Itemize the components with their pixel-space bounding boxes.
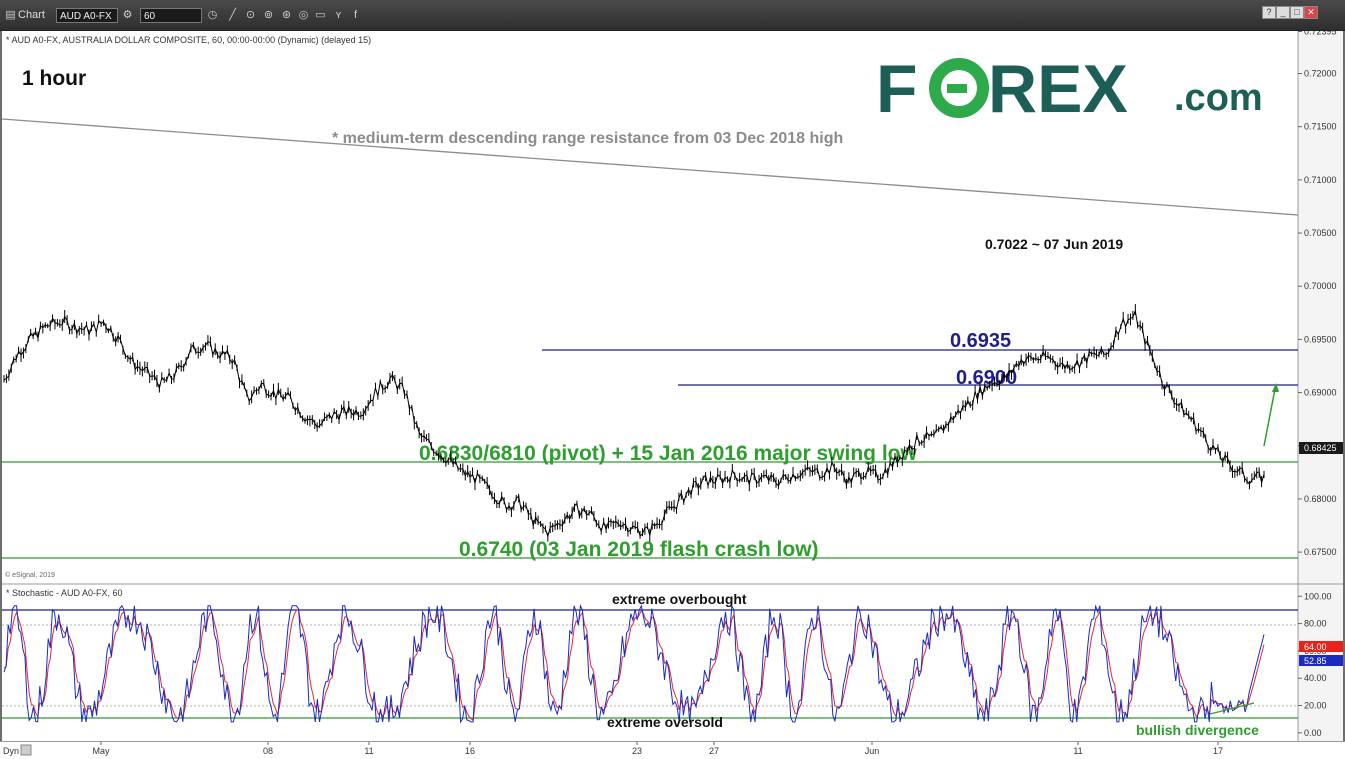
oversold-label: extreme oversold bbox=[607, 714, 723, 730]
dyn-label: Dyn bbox=[3, 746, 19, 756]
pivot-label: 0.6830/6810 (pivot) + 15 Jan 2016 major … bbox=[419, 442, 917, 465]
price-tick-label: 0.72395 bbox=[1304, 31, 1337, 37]
price-tick-label: 0.69500 bbox=[1304, 334, 1337, 344]
price-tick-label: 0.70500 bbox=[1304, 228, 1337, 238]
price-axis-bg bbox=[1298, 31, 1343, 741]
time-axis-bar: Dyn May 08 11 16 23 27 Jun 11 17 bbox=[0, 741, 1345, 759]
trade-icon[interactable]: ◎ bbox=[297, 9, 310, 22]
price-tick-label: 0.71500 bbox=[1304, 122, 1337, 132]
last-price-label: 0.68425 bbox=[1304, 443, 1337, 453]
price-tick-label: 0.72000 bbox=[1304, 69, 1337, 79]
support2-label: 0.6740 (03 Jan 2019 flash crash low) bbox=[459, 538, 819, 561]
logo-f: F bbox=[876, 51, 918, 127]
cursor-icon[interactable]: ⊙ bbox=[244, 9, 257, 22]
restore-button[interactable]: □ bbox=[1290, 6, 1304, 19]
stoch-series bbox=[3, 603, 1265, 724]
cycle-icon[interactable]: ⊚ bbox=[262, 9, 275, 22]
time-tick-label: 16 bbox=[465, 746, 475, 756]
forex-logo: F REX .com bbox=[876, 51, 1263, 127]
time-tick-label: 23 bbox=[632, 746, 642, 756]
peak-label: 0.7022 ~ 07 Jun 2019 bbox=[985, 236, 1123, 252]
twitter-icon[interactable]: ʏ bbox=[332, 9, 345, 22]
time-tick-label: 11 bbox=[1073, 746, 1082, 756]
projection-arrow-line bbox=[1263, 388, 1276, 447]
stoch-tick-label: 20.00 bbox=[1304, 701, 1327, 711]
logo-o-bar bbox=[947, 84, 967, 93]
stoch-tick-label: 0.00 bbox=[1304, 728, 1322, 738]
minimize-button[interactable]: _ bbox=[1276, 6, 1290, 19]
time-tick-label: 27 bbox=[709, 746, 719, 756]
draw-line-icon[interactable]: ╱ bbox=[226, 9, 239, 22]
stoch-tick-label: 40.00 bbox=[1304, 673, 1327, 683]
toolbar: ▤ Chart AUD A0-FX ⚙ 60 ◷ ╱ ⊙ ⊚ ⊛ ◎ ▭ ʏ f… bbox=[0, 0, 1345, 31]
overbought-label: extreme overbought bbox=[612, 591, 747, 607]
facebook-icon[interactable]: f bbox=[349, 9, 362, 22]
chart-window-icon: ▤ bbox=[5, 9, 16, 21]
comment-icon[interactable]: ▭ bbox=[314, 9, 327, 22]
stoch-tick-label: 100.00 bbox=[1304, 591, 1332, 601]
time-tick-label: 17 bbox=[1213, 746, 1223, 756]
alert-icon[interactable]: ⊛ bbox=[280, 9, 293, 22]
logo-rex: REX bbox=[988, 51, 1128, 127]
stoch-tick-label: 80.00 bbox=[1304, 619, 1327, 629]
price-tick-label: 0.67500 bbox=[1304, 547, 1337, 557]
timeframe-label: 1 hour bbox=[22, 67, 86, 90]
price-tick-label: 0.68000 bbox=[1304, 494, 1337, 504]
symbol-input[interactable]: AUD A0-FX bbox=[56, 8, 118, 23]
time-axis-lock-icon[interactable] bbox=[20, 744, 32, 756]
price-tick-label: 0.71000 bbox=[1304, 175, 1337, 185]
time-tick-label: Jun bbox=[865, 746, 880, 756]
price-tick-label: 0.70000 bbox=[1304, 281, 1337, 291]
price-series bbox=[3, 304, 1265, 542]
price-tick-label: 0.69000 bbox=[1304, 388, 1337, 398]
logo-dotcom: .com bbox=[1174, 77, 1263, 119]
stoch-k-value: 64.00 bbox=[1304, 642, 1327, 652]
chart-svg[interactable]: * AUD A0-FX, AUSTRALIA DOLLAR COMPOSITE,… bbox=[2, 31, 1343, 741]
res2-label: 0.6900 bbox=[956, 367, 1017, 389]
res1-label: 0.6935 bbox=[950, 330, 1011, 352]
clock-icon[interactable]: ◷ bbox=[206, 9, 219, 22]
time-tick-label: May bbox=[92, 746, 110, 756]
stoch-d-value: 52.85 bbox=[1304, 656, 1327, 666]
divergence-label: bullish divergence bbox=[1136, 722, 1259, 738]
stoch-title: * Stochastic - AUD A0-FX, 60 bbox=[6, 588, 123, 598]
time-tick-label: 11 bbox=[364, 746, 373, 756]
link-icon[interactable]: ⚙ bbox=[121, 9, 134, 22]
chart-label: Chart bbox=[18, 9, 45, 21]
close-button[interactable]: ✕ bbox=[1304, 6, 1318, 19]
time-axis: May 08 11 16 23 27 Jun 11 17 bbox=[92, 742, 1223, 756]
time-tick-label: 08 bbox=[263, 746, 273, 756]
price-close-line bbox=[3, 309, 1265, 539]
interval-select[interactable]: 60 bbox=[140, 8, 202, 23]
help-button[interactable]: ? bbox=[1262, 6, 1276, 19]
stoch-k-line bbox=[3, 603, 1265, 724]
trendline-note: * medium-term descending range resistanc… bbox=[332, 130, 843, 147]
copyright-label: © eSignal, 2019 bbox=[5, 571, 55, 579]
time-axis-svg: Dyn May 08 11 16 23 27 Jun 11 17 bbox=[3, 742, 1223, 756]
chart-area[interactable]: * AUD A0-FX, AUSTRALIA DOLLAR COMPOSITE,… bbox=[2, 31, 1343, 741]
instrument-header: * AUD A0-FX, AUSTRALIA DOLLAR COMPOSITE,… bbox=[6, 35, 371, 45]
